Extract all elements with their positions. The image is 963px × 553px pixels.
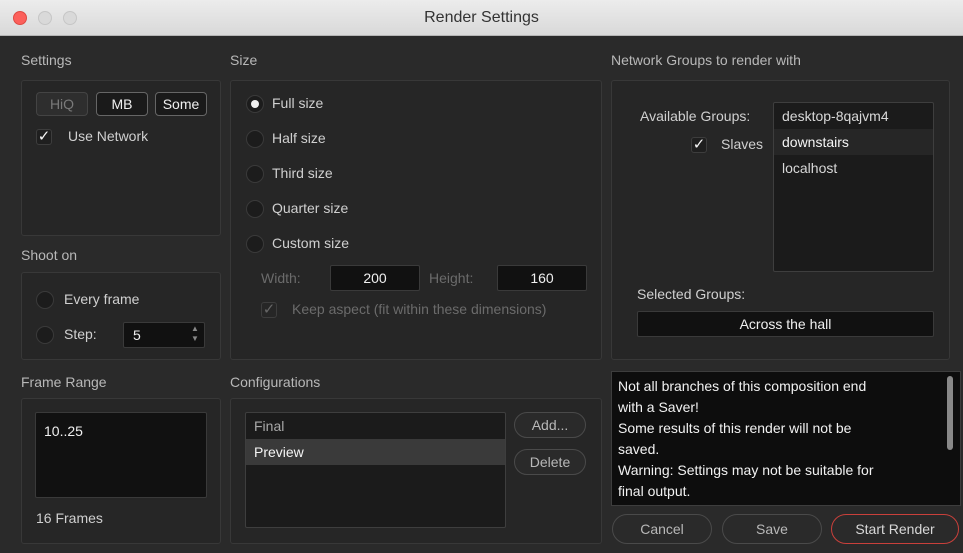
- window-title: Render Settings: [424, 9, 539, 26]
- custom-size-radio[interactable]: [246, 235, 264, 253]
- step-value: 5: [133, 327, 141, 343]
- width-value: 200: [363, 270, 387, 286]
- message-line: Some results of this render will not be: [618, 420, 852, 436]
- frame-range-heading: Frame Range: [21, 374, 107, 390]
- step-label: Step:: [64, 326, 97, 342]
- title-bar: Render Settings: [0, 0, 963, 36]
- slaves-label: Slaves: [721, 136, 764, 152]
- available-groups-list[interactable]: desktop-8qajvm4 downstairs localhost: [773, 102, 934, 272]
- slaves-checkbox[interactable]: ✓: [691, 137, 707, 153]
- quarter-size-radio[interactable]: [246, 200, 264, 218]
- message-line: saved.: [618, 441, 660, 457]
- frame-range-input[interactable]: 10..25: [35, 412, 207, 498]
- half-size-radio[interactable]: [246, 130, 264, 148]
- selected-groups-label: Selected Groups:: [637, 286, 746, 302]
- use-network-checkbox[interactable]: ✓: [36, 129, 52, 145]
- configuration-item-final[interactable]: Final: [246, 413, 505, 439]
- close-window-button[interactable]: [13, 11, 27, 25]
- settings-heading: Settings: [21, 52, 72, 68]
- start-render-button[interactable]: Start Render: [831, 514, 959, 544]
- some-toggle[interactable]: Some: [155, 92, 207, 116]
- mb-toggle[interactable]: MB: [96, 92, 148, 116]
- third-size-label: Third size: [272, 165, 333, 181]
- message-line: Warning: Settings may not be suitable fo…: [618, 462, 874, 478]
- add-configuration-button[interactable]: Add...: [514, 412, 586, 438]
- frame-range-value: 10..25: [44, 423, 83, 439]
- message-line: Not all branches of this composition end: [618, 378, 867, 394]
- message-line: final output.: [618, 483, 691, 499]
- full-size-label: Full size: [272, 95, 324, 111]
- height-label: Height:: [429, 270, 474, 286]
- height-value: 160: [530, 270, 554, 286]
- frame-count-label: 16 Frames: [36, 510, 103, 526]
- configuration-item-preview[interactable]: Preview: [246, 439, 505, 465]
- width-label: Width:: [261, 270, 301, 286]
- configurations-heading: Configurations: [230, 374, 321, 390]
- render-warning-message: Not all branches of this composition end…: [611, 371, 961, 506]
- selected-groups-field[interactable]: Across the hall: [637, 311, 934, 337]
- step-stepper[interactable]: ▲ ▼: [190, 324, 200, 346]
- every-frame-label: Every frame: [64, 291, 140, 307]
- selected-groups-value: Across the hall: [739, 316, 832, 332]
- height-input[interactable]: 160: [497, 265, 587, 291]
- configurations-list[interactable]: Final Preview: [245, 412, 506, 528]
- every-frame-radio[interactable]: [36, 291, 54, 309]
- full-size-radio[interactable]: [246, 95, 264, 113]
- message-line: with a Saver!: [618, 399, 699, 415]
- group-item-localhost[interactable]: localhost: [774, 155, 933, 181]
- third-size-radio[interactable]: [246, 165, 264, 183]
- hiq-toggle[interactable]: HiQ: [36, 92, 88, 116]
- custom-size-label: Custom size: [272, 235, 350, 251]
- save-button[interactable]: Save: [722, 514, 822, 544]
- cancel-button[interactable]: Cancel: [612, 514, 712, 544]
- size-panel: [230, 80, 602, 360]
- network-groups-heading: Network Groups to render with: [611, 52, 801, 68]
- width-input[interactable]: 200: [330, 265, 420, 291]
- maximize-window-button[interactable]: [63, 11, 77, 25]
- minimize-window-button[interactable]: [38, 11, 52, 25]
- keep-aspect-checkbox[interactable]: ✓: [261, 302, 277, 318]
- message-scrollbar[interactable]: [947, 376, 953, 450]
- available-groups-label: Available Groups:: [640, 108, 751, 124]
- delete-configuration-button[interactable]: Delete: [514, 449, 586, 475]
- size-heading: Size: [230, 52, 258, 68]
- quarter-size-label: Quarter size: [272, 200, 349, 216]
- step-radio[interactable]: [36, 326, 54, 344]
- use-network-label: Use Network: [68, 128, 149, 144]
- half-size-label: Half size: [272, 130, 326, 146]
- group-item-downstairs[interactable]: downstairs: [774, 129, 933, 155]
- keep-aspect-label: Keep aspect (fit within these dimensions…: [292, 301, 547, 317]
- shoot-on-heading: Shoot on: [21, 247, 78, 263]
- group-item-desktop[interactable]: desktop-8qajvm4: [774, 103, 933, 129]
